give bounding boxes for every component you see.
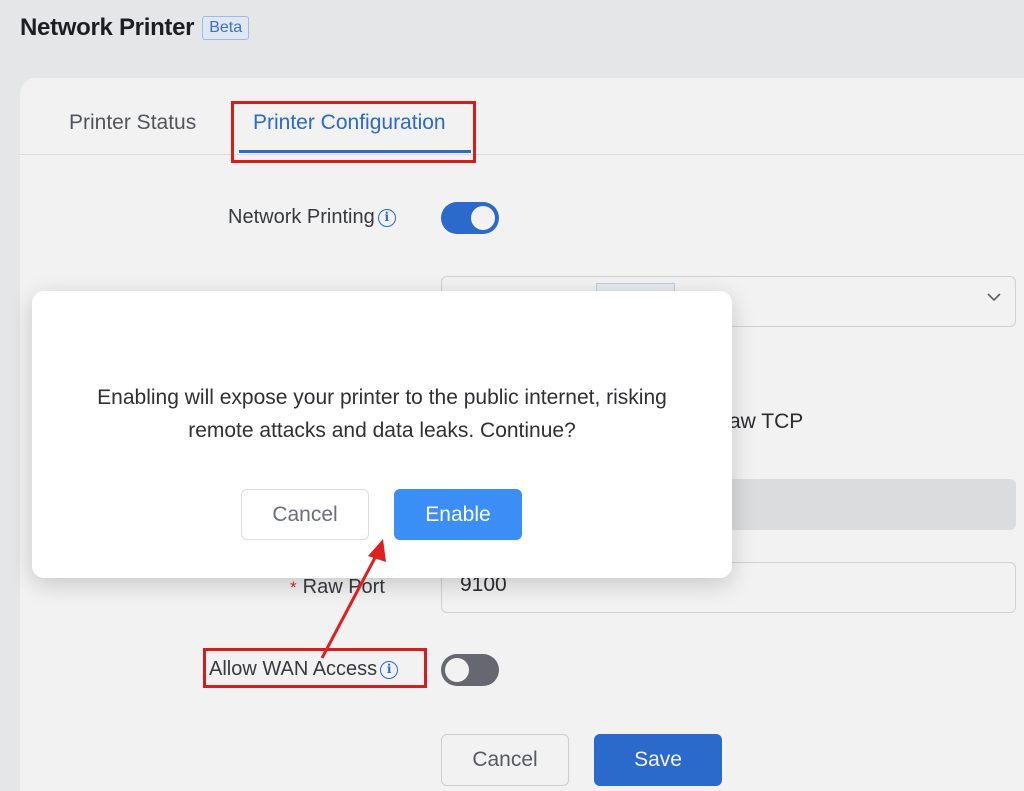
- dialog-cancel-button[interactable]: Cancel: [241, 489, 369, 540]
- dialog-message: Enabling will expose your printer to the…: [97, 386, 667, 442]
- confirm-dialog: Enabling will expose your printer to the…: [32, 291, 732, 578]
- dialog-enable-button[interactable]: Enable: [394, 489, 522, 540]
